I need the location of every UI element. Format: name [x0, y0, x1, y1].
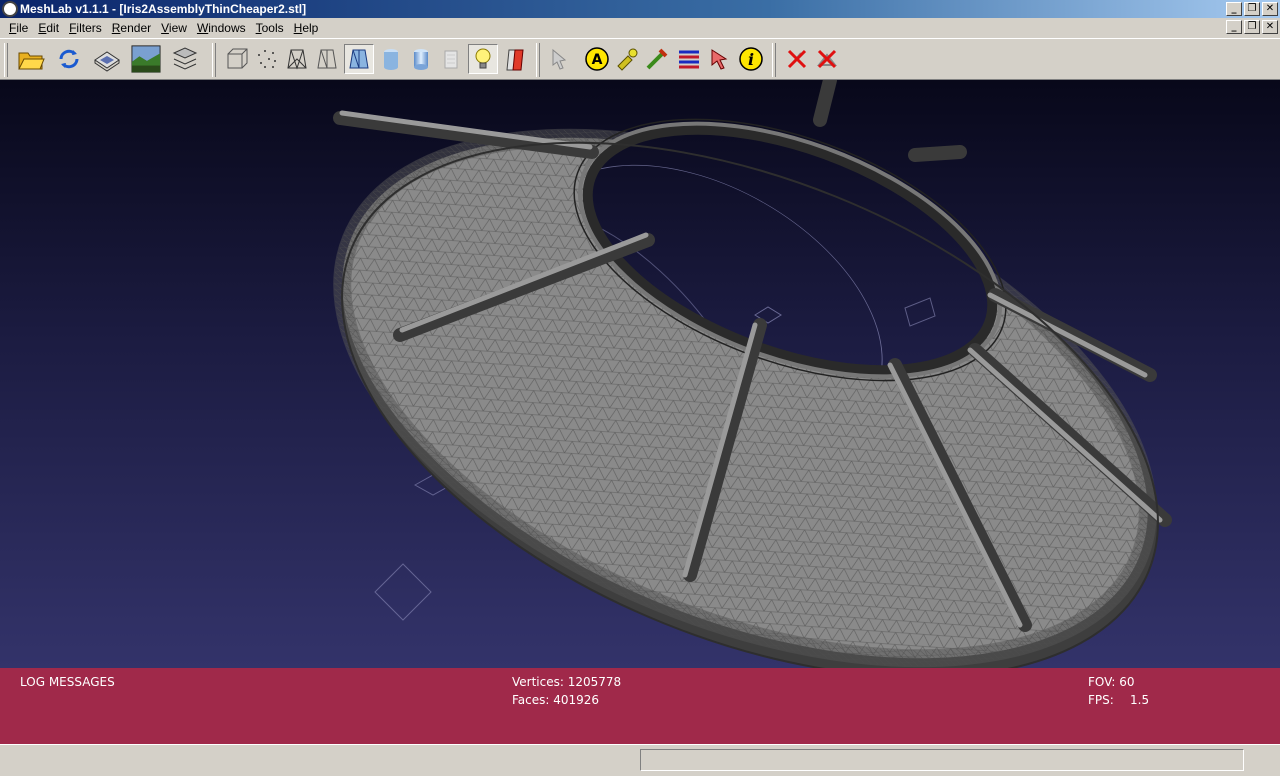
wireframe-icon[interactable]	[282, 44, 312, 74]
doc-close-button[interactable]: ✕	[1262, 20, 1278, 34]
menu-label: ile	[16, 21, 29, 35]
flat-icon[interactable]	[376, 44, 406, 74]
menu-label: indows	[208, 21, 246, 35]
menu-label: ilters	[76, 21, 102, 35]
log-panel: LOG MESSAGES Vertices: 1205778 Faces: 40…	[0, 668, 1280, 744]
menu-item-view[interactable]: View	[156, 21, 192, 35]
menu-label: ools	[261, 21, 284, 35]
select-faces-icon[interactable]	[544, 44, 574, 74]
mesh-render	[333, 80, 1172, 668]
reload-icon[interactable]	[54, 44, 84, 74]
menu-item-render[interactable]: Render	[107, 21, 156, 35]
status-bar	[0, 744, 1280, 776]
fps-label: FPS:	[1088, 693, 1114, 707]
texture-icon[interactable]	[436, 44, 466, 74]
snapshot-icon[interactable]	[131, 44, 161, 74]
menu-mnemonic: H	[293, 21, 303, 35]
fps-value: 1.5	[1130, 693, 1150, 707]
menu-item-windows[interactable]: Windows	[192, 21, 251, 35]
align-icon[interactable]	[674, 44, 704, 74]
menu-item-file[interactable]: File	[4, 21, 33, 35]
log-title: LOG MESSAGES	[20, 675, 115, 689]
annotation-icon[interactable]: A	[582, 44, 612, 74]
info-icon[interactable]: i	[736, 44, 766, 74]
faces-count: Faces: 401926	[512, 693, 600, 707]
fov-value: FOV: 60	[1088, 675, 1135, 689]
menu-item-tools[interactable]: Tools	[251, 21, 289, 35]
layers-icon[interactable]	[170, 44, 200, 74]
flat-lines-icon[interactable]	[344, 44, 374, 74]
menu-label: elp	[302, 21, 319, 35]
delete-faces-icon[interactable]	[782, 44, 812, 74]
menu-mnemonic: W	[196, 21, 209, 35]
menu-item-help[interactable]: Help	[289, 21, 324, 35]
progress-bar	[640, 749, 1244, 771]
toolbar-grip-delete[interactable]	[772, 43, 776, 77]
window-controls: _ ❐ ✕	[1226, 2, 1278, 16]
hidden-lines-icon[interactable]	[312, 44, 342, 74]
menu-label: ender	[120, 21, 152, 35]
bbox-icon[interactable]	[222, 44, 252, 74]
toolbar-grip-render[interactable]	[212, 43, 216, 77]
delete-vertices-icon[interactable]	[812, 44, 842, 74]
close-button[interactable]: ✕	[1262, 2, 1278, 16]
info-glyph: i	[748, 50, 754, 69]
smooth-icon[interactable]	[406, 44, 436, 74]
toolbar-grip-edit[interactable]	[536, 43, 540, 77]
vertices-count: Vertices: 1205778	[512, 675, 622, 689]
menu-label: dit	[46, 21, 60, 35]
menu-item-filters[interactable]: Filters	[64, 21, 107, 35]
paint-icon[interactable]	[612, 44, 642, 74]
toolbar-grip[interactable]	[4, 43, 8, 77]
menu-items: File Edit Filters Render View Windows Tools Hel…	[4, 21, 323, 35]
light-icon[interactable]	[468, 44, 498, 74]
doc-minimize-button[interactable]: _	[1226, 20, 1242, 34]
annotation-glyph: A	[592, 52, 603, 68]
double-light-icon[interactable]	[500, 44, 530, 74]
measure-icon[interactable]	[642, 44, 672, 74]
menu-mnemonic: V	[161, 21, 169, 35]
save-icon[interactable]	[92, 44, 122, 74]
toolbar: A i	[0, 38, 1280, 80]
minimize-button[interactable]: _	[1226, 2, 1242, 16]
open-folder-icon[interactable]	[16, 44, 46, 74]
title-bar: MeshLab v1.1.1 - [Iris2AssemblyThinCheap…	[0, 0, 1280, 18]
restore-button[interactable]: ❐	[1244, 2, 1260, 16]
points-icon[interactable]	[252, 44, 282, 74]
meshlab-app-icon[interactable]	[2, 1, 18, 17]
3d-viewport[interactable]	[0, 80, 1280, 668]
menu-item-edit[interactable]: Edit	[33, 21, 64, 35]
doc-restore-button[interactable]: ❐	[1244, 20, 1260, 34]
document-window-controls: _ ❐ ✕	[1226, 20, 1278, 34]
menu-label: iew	[168, 21, 187, 35]
menu-bar: File Edit Filters Render View Windows Tools Hel…	[0, 18, 1280, 38]
pick-icon[interactable]	[704, 44, 734, 74]
window-title: MeshLab v1.1.1 - [Iris2AssemblyThinCheap…	[20, 2, 307, 16]
